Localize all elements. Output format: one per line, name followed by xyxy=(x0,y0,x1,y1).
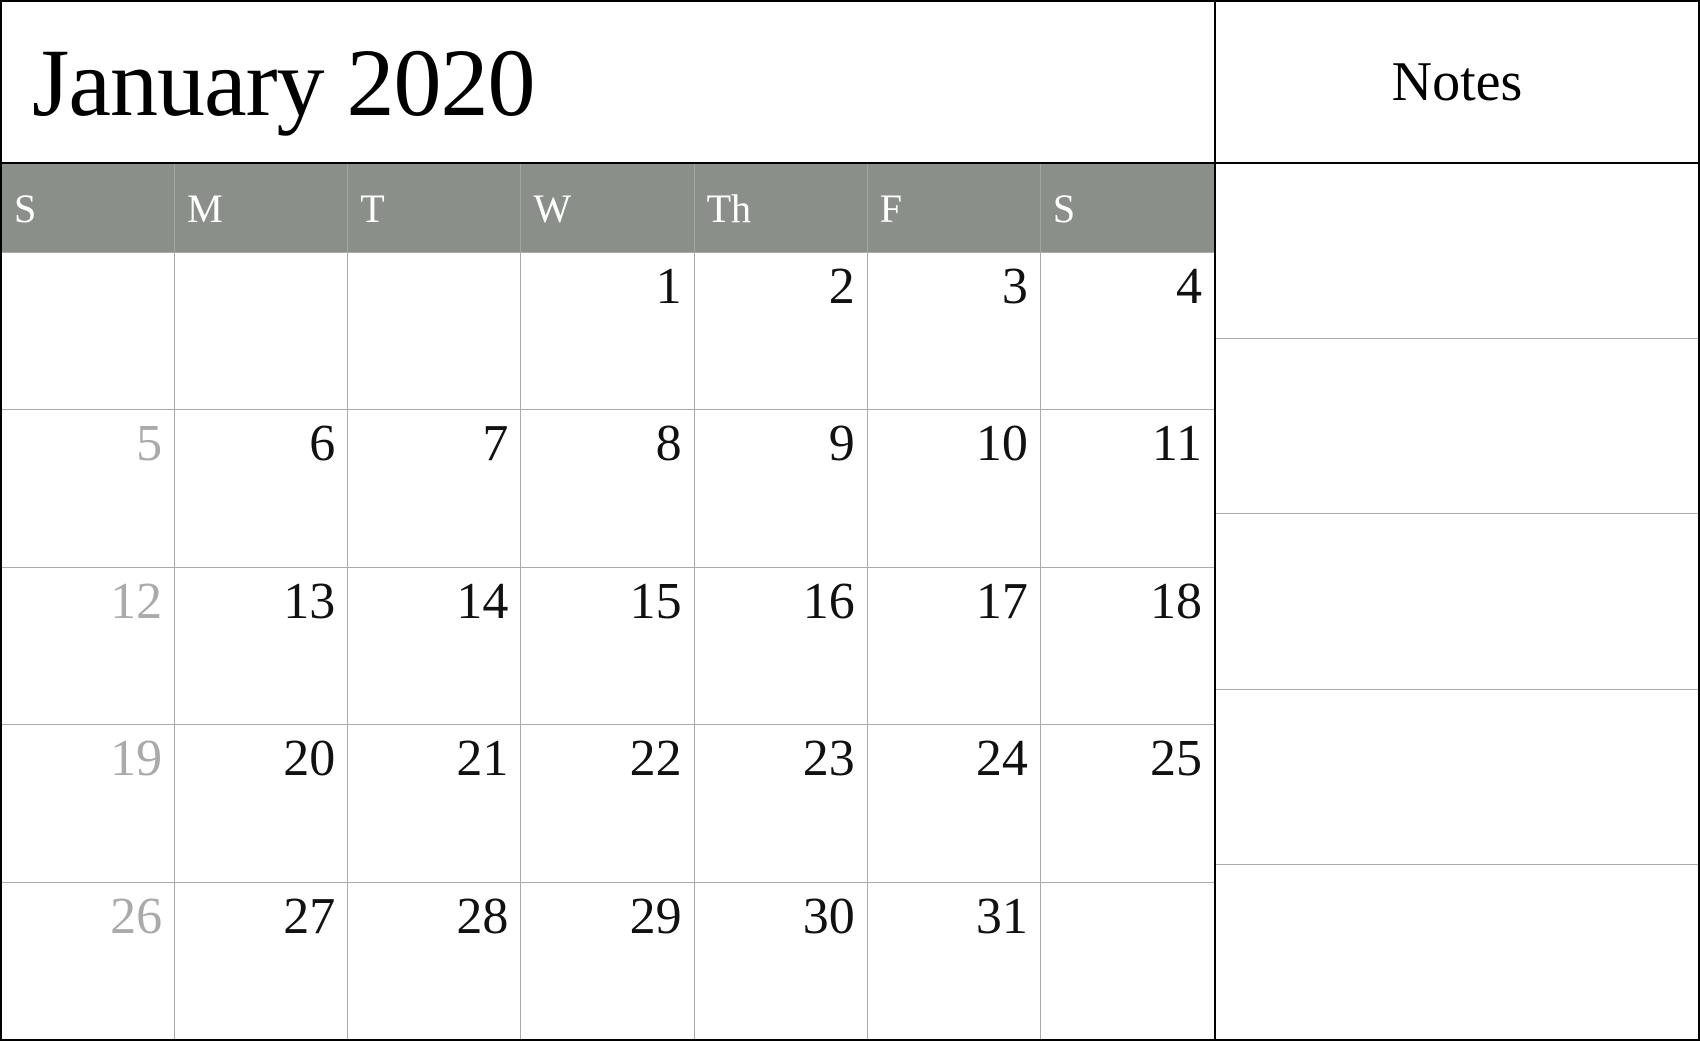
cell-number: 12 xyxy=(110,576,162,628)
calendar-main: January 2020 SMTWThFS 000123456789101112… xyxy=(2,2,1216,1039)
calendar-cell: 3 xyxy=(868,253,1041,409)
cell-number: 23 xyxy=(803,733,855,785)
day-header-cell: S xyxy=(2,164,175,252)
cell-number: 26 xyxy=(110,891,162,943)
days-header: SMTWThFS xyxy=(2,164,1214,252)
calendar-cell: 26 xyxy=(2,883,175,1039)
calendar-cell: 23 xyxy=(695,725,868,881)
calendar-cell: 21 xyxy=(348,725,521,881)
calendar-cell: 30 xyxy=(695,883,868,1039)
cell-number: 17 xyxy=(976,576,1028,628)
calendar-cell: 19 xyxy=(2,725,175,881)
calendar-row: 19 20 21 22 23 24 25 xyxy=(2,724,1214,881)
cell-number: 25 xyxy=(1150,733,1202,785)
notes-row[interactable] xyxy=(1216,513,1698,688)
cell-number: 6 xyxy=(309,418,335,470)
calendar-cell: 17 xyxy=(868,568,1041,724)
cell-number: 31 xyxy=(976,891,1028,943)
cell-number: 15 xyxy=(630,576,682,628)
notes-panel: Notes xyxy=(1216,2,1698,1039)
cell-number: 22 xyxy=(630,733,682,785)
calendar-cell: 5 xyxy=(2,410,175,566)
cell-number: 2 xyxy=(829,261,855,313)
calendar-cell: 28 xyxy=(348,883,521,1039)
calendar-cell: 16 xyxy=(695,568,868,724)
calendar-cell: 15 xyxy=(521,568,694,724)
calendar-cell: 8 xyxy=(521,410,694,566)
day-header-cell: T xyxy=(348,164,521,252)
calendar-cell: 14 xyxy=(348,568,521,724)
cell-number: 14 xyxy=(456,576,508,628)
calendar-row: 12 13 14 15 16 17 18 xyxy=(2,567,1214,724)
cell-number: 13 xyxy=(283,576,335,628)
calendar-cell: 1 xyxy=(521,253,694,409)
cell-number: 4 xyxy=(1176,261,1202,313)
calendar-cell: 29 xyxy=(521,883,694,1039)
cell-number: 27 xyxy=(283,891,335,943)
cell-number: 1 xyxy=(656,261,682,313)
cell-number: 29 xyxy=(630,891,682,943)
calendar-header: January 2020 xyxy=(2,2,1214,164)
cell-number: 19 xyxy=(110,733,162,785)
calendar-cell: 13 xyxy=(175,568,348,724)
calendar-cell: 31 xyxy=(868,883,1041,1039)
calendar-row: 5 6 7 8 9 10 11 xyxy=(2,409,1214,566)
cell-number: 9 xyxy=(829,418,855,470)
calendar-cell: 0 xyxy=(1041,883,1214,1039)
calendar-cell: 27 xyxy=(175,883,348,1039)
calendar-cell: 22 xyxy=(521,725,694,881)
day-header-cell: Th xyxy=(695,164,868,252)
calendar-row: 0 0 0 1 2 3 4 xyxy=(2,252,1214,409)
day-header-cell: M xyxy=(175,164,348,252)
day-header-cell: S xyxy=(1041,164,1214,252)
cell-number: 5 xyxy=(136,418,162,470)
notes-row[interactable] xyxy=(1216,338,1698,513)
notes-rows[interactable] xyxy=(1216,164,1698,1039)
calendar-cell: 12 xyxy=(2,568,175,724)
cell-number: 0 xyxy=(136,261,162,313)
cell-number: 0 xyxy=(309,261,335,313)
calendar-cell: 6 xyxy=(175,410,348,566)
cell-number: 30 xyxy=(803,891,855,943)
cell-number: 24 xyxy=(976,733,1028,785)
notes-row[interactable] xyxy=(1216,864,1698,1039)
cell-number: 21 xyxy=(456,733,508,785)
notes-header: Notes xyxy=(1216,2,1698,164)
calendar-title: January 2020 xyxy=(32,27,535,138)
cell-number: 11 xyxy=(1152,418,1202,470)
cell-number: 10 xyxy=(976,418,1028,470)
day-header-cell: W xyxy=(521,164,694,252)
cell-number: 20 xyxy=(283,733,335,785)
calendar-cell: 4 xyxy=(1041,253,1214,409)
calendar-wrapper: January 2020 SMTWThFS 000123456789101112… xyxy=(0,0,1700,1041)
cell-number: 3 xyxy=(1002,261,1028,313)
calendar-cell: 0 xyxy=(175,253,348,409)
cell-number: 0 xyxy=(1176,891,1202,943)
cell-number: 0 xyxy=(482,261,508,313)
calendar-cell: 10 xyxy=(868,410,1041,566)
calendar-cell: 11 xyxy=(1041,410,1214,566)
cell-number: 7 xyxy=(482,418,508,470)
calendar-cell: 2 xyxy=(695,253,868,409)
cell-number: 18 xyxy=(1150,576,1202,628)
calendar-grid: 0001234567891011121314151617181920212223… xyxy=(2,252,1214,1039)
calendar-cell: 0 xyxy=(2,253,175,409)
calendar-cell: 25 xyxy=(1041,725,1214,881)
cell-number: 28 xyxy=(456,891,508,943)
calendar-cell: 20 xyxy=(175,725,348,881)
calendar-cell: 0 xyxy=(348,253,521,409)
notes-row[interactable] xyxy=(1216,164,1698,338)
calendar-cell: 18 xyxy=(1041,568,1214,724)
day-header-cell: F xyxy=(868,164,1041,252)
notes-row[interactable] xyxy=(1216,689,1698,864)
calendar-cell: 7 xyxy=(348,410,521,566)
calendar-row: 26 27 28 29 30 31 0 xyxy=(2,882,1214,1039)
calendar-cell: 9 xyxy=(695,410,868,566)
cell-number: 16 xyxy=(803,576,855,628)
calendar-cell: 24 xyxy=(868,725,1041,881)
notes-title: Notes xyxy=(1392,50,1523,114)
cell-number: 8 xyxy=(656,418,682,470)
